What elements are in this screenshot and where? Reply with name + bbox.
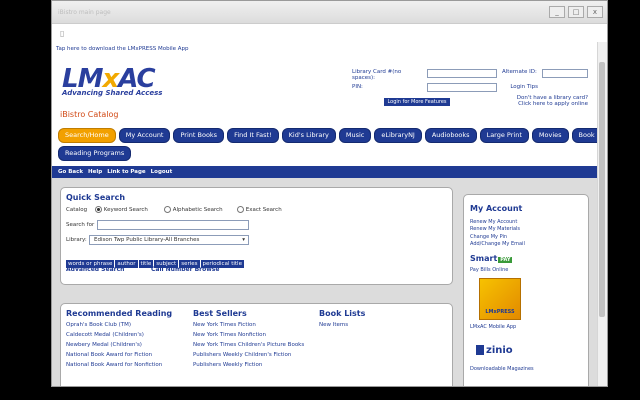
- login-tips-link[interactable]: Login Tips: [504, 84, 538, 90]
- nav-tab-audiobooks[interactable]: Audiobooks: [424, 128, 477, 143]
- account-link-add-change-my-email[interactable]: Add/Change My Email: [470, 241, 525, 247]
- exact-radio[interactable]: [237, 206, 244, 213]
- booklists-item[interactable]: New Items: [319, 322, 365, 328]
- catalog-label: Catalog: [66, 207, 88, 213]
- nav-tab-book-discussion-kits[interactable]: Book Discussion Kits: [571, 128, 599, 143]
- nav-tab-reading-programs[interactable]: Reading Programs: [58, 146, 132, 161]
- advanced-search-link[interactable]: Advanced Search: [66, 266, 124, 273]
- main-nav: Search/Home My Account Print Books Find It …: [58, 128, 599, 164]
- bestsellers-item[interactable]: Publishers Weekly Fiction: [193, 362, 304, 368]
- alternate-id-label: Alternate ID:: [502, 69, 537, 75]
- nav-tab-search-home[interactable]: Search/Home: [58, 128, 116, 143]
- nav-tab-music[interactable]: Music: [338, 128, 372, 143]
- login-button[interactable]: Login for More Features: [384, 98, 450, 106]
- nav-tab-movies[interactable]: Movies: [531, 128, 569, 143]
- recommended-column: Recommended Reading Oprah's Book Club (T…: [66, 309, 172, 368]
- nav-tab-elibrarynj[interactable]: eLibraryNJ: [374, 128, 422, 143]
- nav-tab-print-books[interactable]: Print Books: [173, 128, 225, 143]
- page-content: Tap here to download the LMxPRESS Mobile…: [52, 42, 599, 386]
- my-account-panel: My Account Renew My Account Renew My Mate…: [463, 194, 589, 386]
- bestsellers-title: Best Sellers: [193, 309, 247, 318]
- alternate-id-input[interactable]: [542, 69, 588, 78]
- account-link-renew-my-account[interactable]: Renew My Account: [470, 219, 525, 225]
- call-number-browse-link[interactable]: Call Number Browse: [151, 266, 219, 273]
- catalog-title: iBistro Catalog: [60, 110, 119, 119]
- recommended-item[interactable]: National Book Award for Fiction: [66, 352, 172, 358]
- booklists-title: Book Lists: [319, 309, 366, 318]
- scrollbar-thumb[interactable]: [599, 62, 605, 317]
- recommended-item[interactable]: Oprah's Book Club (TM): [66, 322, 172, 328]
- recommended-title: Recommended Reading: [66, 309, 173, 318]
- recommended-item[interactable]: National Book Award for Nonfiction: [66, 362, 172, 368]
- linkbar-logout[interactable]: Logout: [151, 169, 173, 175]
- browser-window: iBistro main page _ □ x ▯ Tap here to do…: [51, 0, 608, 387]
- lmxpress-app-icon[interactable]: LMxPRESS: [479, 278, 521, 320]
- bestsellers-item[interactable]: New York Times Nonfiction: [193, 332, 304, 338]
- bestsellers-item[interactable]: New York Times Fiction: [193, 322, 304, 328]
- search-input[interactable]: [97, 220, 249, 230]
- linkbar-link-to-page[interactable]: Link to Page: [107, 169, 145, 175]
- library-select[interactable]: Edison Twp Public Library-All Branches ▾: [89, 235, 249, 245]
- maximize-button[interactable]: □: [568, 6, 584, 18]
- quick-search-panel: Quick Search Catalog Keyword Search Alph…: [60, 187, 453, 285]
- title-bar: iBistro main page _ □ x: [52, 1, 607, 23]
- window-title: iBistro main page: [58, 8, 111, 16]
- alphabetic-radio[interactable]: [164, 206, 171, 213]
- browser-toolbar: ▯: [52, 23, 607, 43]
- link-bar: Go Back Help Link to Page Logout: [52, 166, 599, 178]
- booklists-column: Book Lists New Items: [319, 309, 365, 328]
- exact-search-option[interactable]: Exact Search: [237, 206, 282, 213]
- chevron-down-icon: ▾: [242, 237, 245, 243]
- bestsellers-item[interactable]: New York Times Children's Picture Books: [193, 342, 304, 348]
- apply-online-link[interactable]: Click here to apply online: [496, 101, 588, 107]
- reading-lists-panel: Recommended Reading Oprah's Book Club (T…: [60, 303, 453, 386]
- pin-label: PIN:: [352, 84, 363, 90]
- account-link-change-my-pin[interactable]: Change My Pin: [470, 234, 525, 240]
- nav-tab-my-account[interactable]: My Account: [118, 128, 171, 143]
- minimize-button[interactable]: _: [549, 6, 565, 18]
- recommended-item[interactable]: Caldecott Medal (Children's): [66, 332, 172, 338]
- search-for-label: Search for: [66, 222, 95, 228]
- library-card-label: Library Card #(no spaces):: [352, 69, 402, 81]
- zinio-logo[interactable]: zinio: [476, 345, 513, 356]
- lmxac-logo[interactable]: LMxAC Advancing Shared Access: [62, 66, 162, 97]
- alphabetic-search-option[interactable]: Alphabetic Search: [164, 206, 223, 213]
- my-account-title: My Account: [470, 204, 523, 213]
- account-link-renew-my-materials[interactable]: Renew My Materials: [470, 226, 525, 232]
- library-label: Library:: [66, 237, 87, 243]
- pin-input[interactable]: [427, 83, 497, 92]
- quick-search-title: Quick Search: [66, 193, 126, 202]
- page-icon: ▯: [60, 28, 65, 38]
- nav-tab-kid-s-library[interactable]: Kid's Library: [281, 128, 336, 143]
- library-card-input[interactable]: [427, 69, 497, 78]
- linkbar-go-back[interactable]: Go Back: [58, 169, 83, 175]
- vertical-scrollbar[interactable]: [597, 42, 607, 386]
- zinio-icon: [476, 345, 484, 355]
- keyword-radio[interactable]: [95, 206, 102, 213]
- close-button[interactable]: x: [587, 6, 603, 18]
- bestsellers-column: Best Sellers New York Times Fiction New Y…: [193, 309, 304, 368]
- nav-tab-find-it-fast-[interactable]: Find It Fast!: [227, 128, 279, 143]
- pay-bills-link[interactable]: Pay Bills Online: [470, 267, 508, 273]
- linkbar-help[interactable]: Help: [88, 169, 102, 175]
- logo-tagline: Advancing Shared Access: [62, 89, 163, 97]
- bestsellers-item[interactable]: Publishers Weekly Children's Fiction: [193, 352, 304, 358]
- keyword-search-option[interactable]: Keyword Search: [95, 206, 148, 213]
- mobile-app-link-sidebar[interactable]: LMxAC Mobile App: [470, 324, 516, 330]
- downloadable-magazines-link[interactable]: Downloadable Magazines: [470, 366, 534, 372]
- smartpay-logo[interactable]: Smart PAY: [470, 254, 513, 263]
- mobile-app-link[interactable]: Tap here to download the LMxPRESS Mobile…: [56, 46, 189, 52]
- nav-tab-large-print[interactable]: Large Print: [479, 128, 529, 143]
- recommended-item[interactable]: Newbery Medal (Children's): [66, 342, 172, 348]
